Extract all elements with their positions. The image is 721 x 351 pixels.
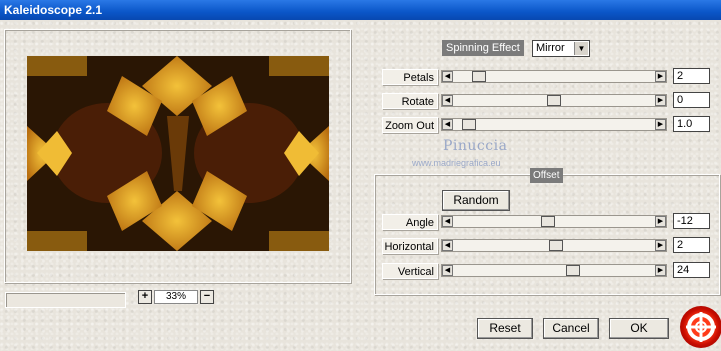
angle-slider[interactable]: ◀ ▶ (441, 215, 667, 228)
zoom-out-slider-thumb[interactable] (462, 119, 476, 130)
window-title: Kaleidoscope 2.1 (4, 3, 103, 17)
rotate-slider-thumb[interactable] (547, 95, 561, 106)
zoom-in-button[interactable]: + (138, 290, 152, 304)
zoom-out-button[interactable]: − (200, 290, 214, 304)
horizontal-label: Horizontal (382, 238, 438, 254)
arrow-left-icon[interactable]: ◀ (442, 216, 453, 227)
watermark-site: www.madriegrafica.eu (412, 158, 501, 168)
vertical-label: Vertical (382, 263, 438, 279)
arrow-left-icon[interactable]: ◀ (442, 95, 453, 106)
arrow-left-icon[interactable]: ◀ (442, 71, 453, 82)
arrow-left-icon[interactable]: ◀ (442, 240, 453, 251)
arrow-right-icon[interactable]: ▶ (655, 95, 666, 106)
spinning-effect-label: Spinning Effect (442, 40, 524, 56)
horizontal-slider-thumb[interactable] (549, 240, 563, 251)
vertical-slider[interactable]: ◀ ▶ (441, 264, 667, 277)
spinning-effect-value: Mirror (536, 42, 565, 54)
zoom-value: 33% (154, 290, 198, 304)
vertical-value[interactable]: 24 (673, 262, 710, 278)
ok-button[interactable]: OK (609, 318, 669, 339)
vertical-slider-thumb[interactable] (566, 265, 580, 276)
lifebuoy-icon[interactable] (680, 306, 721, 348)
petals-label: Petals (382, 69, 438, 85)
petals-slider[interactable]: ◀ ▶ (441, 70, 667, 83)
reset-button[interactable]: Reset (477, 318, 533, 339)
kaleidoscope-pattern (27, 56, 329, 251)
watermark-name: Pinuccia (443, 138, 508, 154)
zoom-out-value[interactable]: 1.0 (673, 116, 710, 132)
arrow-right-icon[interactable]: ▶ (655, 71, 666, 82)
rotate-label: Rotate (382, 93, 438, 109)
preview-image[interactable] (27, 56, 329, 251)
horizontal-value[interactable]: 2 (673, 237, 710, 253)
random-button[interactable]: Random (442, 190, 510, 211)
arrow-left-icon[interactable]: ◀ (442, 265, 453, 276)
arrow-right-icon[interactable]: ▶ (655, 265, 666, 276)
arrow-left-icon[interactable]: ◀ (442, 119, 453, 130)
status-field (5, 292, 126, 308)
rotate-slider[interactable]: ◀ ▶ (441, 94, 667, 107)
cancel-button[interactable]: Cancel (543, 318, 599, 339)
petals-slider-thumb[interactable] (472, 71, 486, 82)
chevron-down-icon[interactable]: ▼ (574, 42, 588, 55)
offset-label: Offset (530, 168, 563, 183)
horizontal-slider[interactable]: ◀ ▶ (441, 239, 667, 252)
spinning-effect-select[interactable]: Mirror ▼ (532, 40, 590, 57)
petals-value[interactable]: 2 (673, 68, 710, 84)
arrow-right-icon[interactable]: ▶ (655, 216, 666, 227)
angle-value[interactable]: -12 (673, 213, 710, 229)
angle-label: Angle (382, 214, 438, 230)
zoom-out-slider[interactable]: ◀ ▶ (441, 118, 667, 131)
angle-slider-thumb[interactable] (541, 216, 555, 227)
zoom-out-label: Zoom Out (382, 117, 438, 133)
rotate-value[interactable]: 0 (673, 92, 710, 108)
arrow-right-icon[interactable]: ▶ (655, 119, 666, 130)
arrow-right-icon[interactable]: ▶ (655, 240, 666, 251)
title-bar: Kaleidoscope 2.1 (0, 0, 721, 20)
